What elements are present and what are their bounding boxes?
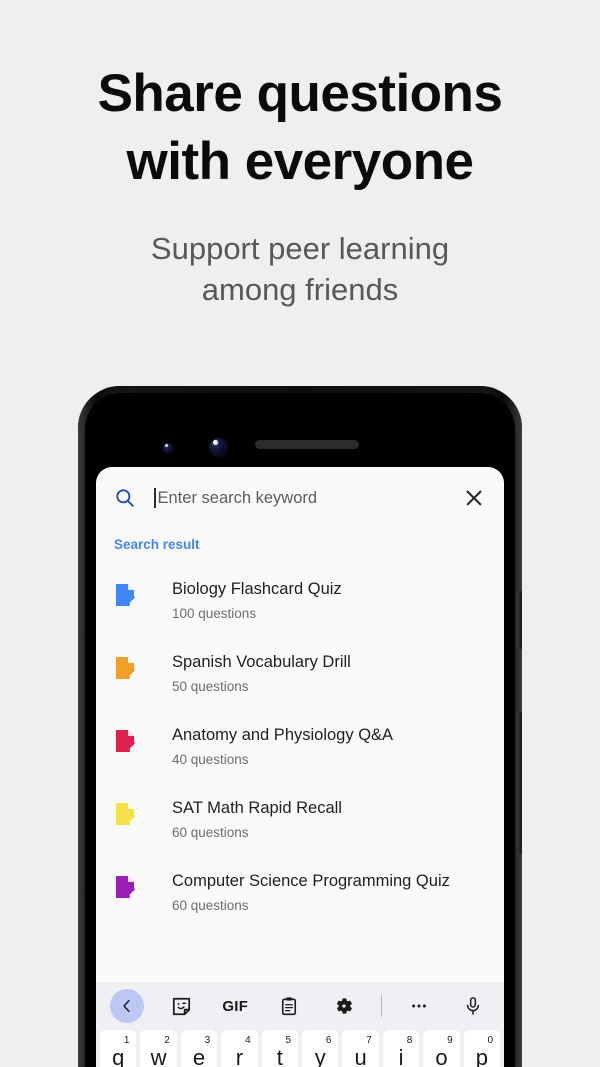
key-w[interactable]: 2w	[140, 1030, 177, 1067]
earpiece-speaker	[255, 440, 359, 449]
phone-sensor-row	[85, 433, 515, 459]
key-p[interactable]: 0p	[463, 1030, 501, 1067]
list-item[interactable]: Spanish Vocabulary Drill 50 questions	[96, 642, 504, 715]
key-q[interactable]: 1q	[100, 1030, 137, 1067]
search-placeholder: Enter search keyword	[157, 488, 318, 507]
key-letter: y	[314, 1045, 326, 1067]
search-bar: Enter search keyword	[96, 467, 504, 529]
key-i[interactable]: 8i	[382, 1030, 420, 1067]
document-edit-icon	[114, 729, 138, 755]
list-item[interactable]: SAT Math Rapid Recall 60 questions	[96, 788, 504, 861]
search-input[interactable]: Enter search keyword	[154, 488, 462, 508]
toolbar-divider	[380, 995, 382, 1017]
microphone-icon	[466, 997, 480, 1015]
power-button[interactable]	[519, 591, 522, 649]
close-icon[interactable]	[462, 486, 486, 510]
list-item-text: Computer Science Programming Quiz 60 que…	[172, 872, 450, 913]
document-edit-icon	[114, 583, 138, 609]
sticker-button[interactable]	[164, 989, 198, 1023]
search-results-list: Biology Flashcard Quiz 100 questions Spa…	[96, 569, 504, 934]
virtual-keyboard: GIF 1 q 2 w 3 e 4 r 5 t 6 y 7 u 8 i 9 o …	[96, 982, 504, 1067]
key-number: 2	[164, 1035, 170, 1046]
list-item-subtitle: 60 questions	[172, 897, 249, 913]
front-sensor-icon	[163, 443, 174, 454]
more-horizontal-icon	[411, 1004, 426, 1008]
list-item-subtitle: 100 questions	[172, 605, 257, 621]
list-item-subtitle: 50 questions	[172, 678, 249, 694]
subhead-line-2: among friends	[201, 272, 399, 308]
key-letter: p	[475, 1045, 488, 1067]
clipboard-icon	[282, 997, 297, 1016]
promo-page: Share questions with everyone Support pe…	[0, 0, 600, 1067]
key-o[interactable]: 9o	[423, 1030, 460, 1067]
gif-label: GIF	[222, 997, 249, 1015]
gif-button[interactable]: GIF	[218, 989, 252, 1023]
key-number: 4	[245, 1035, 251, 1046]
list-item-title: Computer Science Programming Quiz	[172, 872, 450, 890]
keyboard-row-top: 1q 2w 3e 4r 5t 6y 7u 8i 9o 0p	[96, 1030, 504, 1067]
key-t[interactable]: 5t	[261, 1030, 299, 1067]
sticker-face-icon	[172, 997, 190, 1015]
more-button[interactable]	[402, 989, 436, 1023]
text-caret	[154, 488, 156, 508]
mic-button[interactable]	[456, 989, 490, 1023]
phone-mockup: Enter search keyword Search result Biolo…	[78, 386, 522, 1067]
key-number: 8	[406, 1035, 413, 1046]
volume-button[interactable]	[519, 712, 522, 854]
gear-icon	[336, 998, 352, 1014]
keyboard-toolbar: GIF	[96, 982, 504, 1030]
key-letter: t	[276, 1045, 283, 1067]
key-number: 3	[204, 1035, 211, 1046]
list-item-title: Spanish Vocabulary Drill	[172, 653, 351, 671]
page-subtitle: Support peer learning among friends	[0, 228, 600, 310]
key-number: 1	[123, 1035, 130, 1046]
list-item-title: Biology Flashcard Quiz	[172, 580, 342, 598]
key-letter: w	[150, 1045, 167, 1067]
headline-line-2: with everyone	[126, 131, 474, 191]
key-letter: u	[354, 1045, 367, 1067]
subhead-line-1: Support peer learning	[150, 231, 450, 266]
list-item-text: Anatomy and Physiology Q&A 40 questions	[172, 726, 393, 767]
list-item-text: SAT Math Rapid Recall 60 questions	[172, 799, 342, 840]
list-item-title: Anatomy and Physiology Q&A	[172, 726, 394, 744]
clipboard-button[interactable]	[272, 989, 306, 1023]
list-item-subtitle: 40 questions	[172, 751, 249, 767]
list-item[interactable]: Anatomy and Physiology Q&A 40 questions	[96, 715, 504, 788]
key-letter: q	[112, 1045, 125, 1067]
key-u[interactable]: 7u	[342, 1030, 379, 1067]
page-title: Share questions with everyone	[0, 60, 600, 196]
list-item[interactable]: Computer Science Programming Quiz 60 que…	[96, 861, 504, 934]
key-number: 7	[366, 1035, 372, 1046]
key-number: 5	[285, 1035, 292, 1046]
list-item-text: Spanish Vocabulary Drill 50 questions	[172, 653, 351, 694]
document-edit-icon	[114, 656, 138, 682]
key-letter: o	[435, 1045, 448, 1067]
key-r[interactable]: 4r	[221, 1030, 258, 1067]
key-letter: e	[192, 1045, 206, 1067]
chevron-left-icon	[123, 1000, 130, 1012]
key-letter: i	[398, 1045, 404, 1067]
list-item-text: Biology Flashcard Quiz 100 questions	[172, 580, 342, 621]
key-number: 6	[325, 1035, 332, 1046]
key-letter: r	[235, 1045, 244, 1067]
key-number: 0	[487, 1035, 494, 1046]
headline-line-1: Share questions	[97, 64, 503, 123]
settings-button[interactable]	[327, 989, 361, 1023]
list-item-title: SAT Math Rapid Recall	[172, 799, 342, 817]
phone-screen-area: Enter search keyword Search result Biolo…	[85, 393, 515, 1067]
list-item-subtitle: 60 questions	[172, 824, 249, 840]
list-item[interactable]: Biology Flashcard Quiz 100 questions	[96, 569, 504, 642]
key-number: 9	[447, 1035, 453, 1046]
document-edit-icon	[114, 875, 138, 901]
back-button[interactable]	[110, 989, 144, 1023]
search-icon	[114, 487, 136, 509]
search-result-label: Search result	[114, 537, 200, 552]
document-edit-icon	[114, 802, 138, 828]
key-y[interactable]: 6y	[302, 1030, 339, 1067]
key-e[interactable]: 3e	[180, 1030, 218, 1067]
front-camera-icon	[209, 438, 228, 457]
app-screen: Enter search keyword Search result Biolo…	[96, 467, 504, 1067]
